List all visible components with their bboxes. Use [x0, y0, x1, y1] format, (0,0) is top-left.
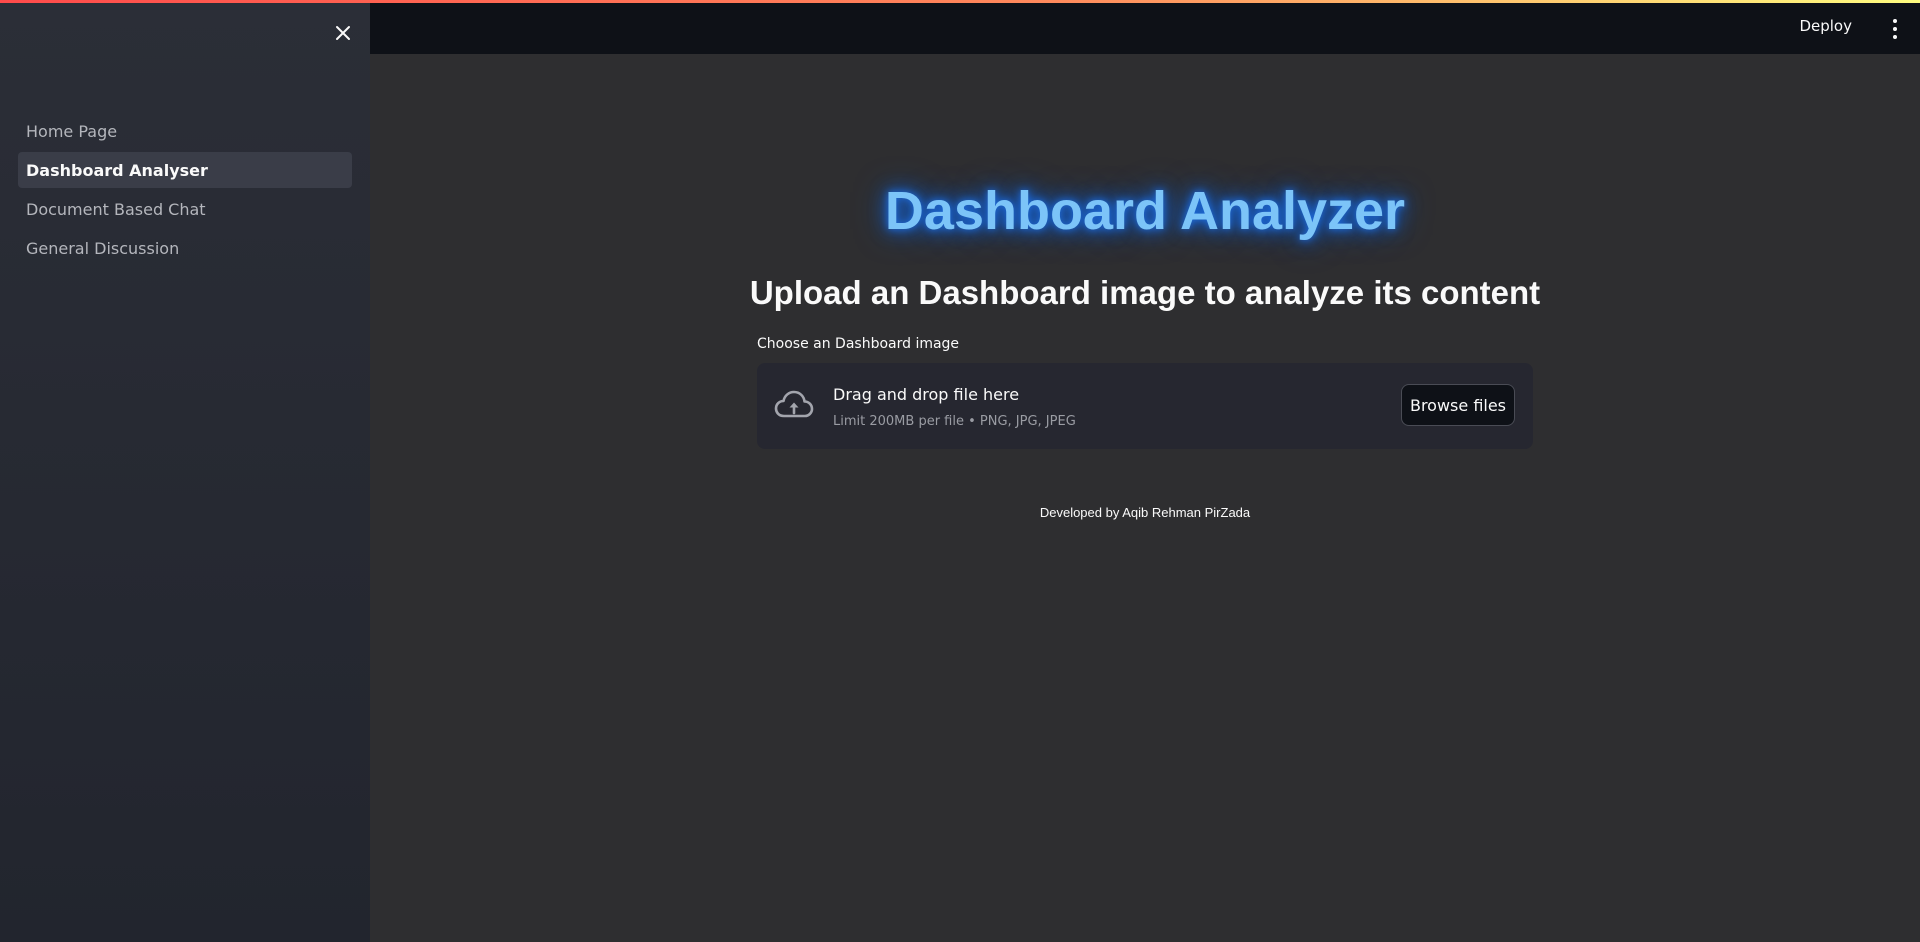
dropzone-instructions: Drag and drop file here	[833, 385, 1020, 404]
browse-files-button[interactable]: Browse files	[1401, 384, 1515, 426]
page-subtitle: Upload an Dashboard image to analyze its…	[749, 274, 1541, 311]
main-content: Dashboard Analyzer Upload an Dashboard i…	[370, 54, 1920, 942]
sidebar-item-general-discussion[interactable]: General Discussion	[18, 230, 352, 266]
deploy-button[interactable]: Deploy	[1799, 17, 1852, 35]
sidebar-nav: Home Page Dashboard Analyser Document Ba…	[18, 113, 352, 269]
sidebar-item-dashboard-analyser[interactable]: Dashboard Analyser	[18, 152, 352, 188]
sidebar-item-document-based-chat[interactable]: Document Based Chat	[18, 191, 352, 227]
close-icon[interactable]	[328, 18, 358, 48]
file-dropzone[interactable]: Drag and drop file here Limit 200MB per …	[757, 363, 1533, 449]
page-title: Dashboard Analyzer	[884, 181, 1406, 241]
developer-credit: Developed by Aqib Rehman PirZada	[1039, 505, 1251, 520]
dropzone-limit-text: Limit 200MB per file • PNG, JPG, JPEG	[833, 414, 1076, 429]
app-header: Deploy	[370, 3, 1920, 54]
uploader-label: Choose an Dashboard image	[757, 336, 960, 352]
cloud-upload-icon	[773, 385, 815, 427]
sidebar: Home Page Dashboard Analyser Document Ba…	[0, 0, 370, 942]
top-decoration-stripe	[0, 0, 1920, 3]
sidebar-item-home-page[interactable]: Home Page	[18, 113, 352, 149]
kebab-menu-icon[interactable]	[1890, 19, 1900, 39]
